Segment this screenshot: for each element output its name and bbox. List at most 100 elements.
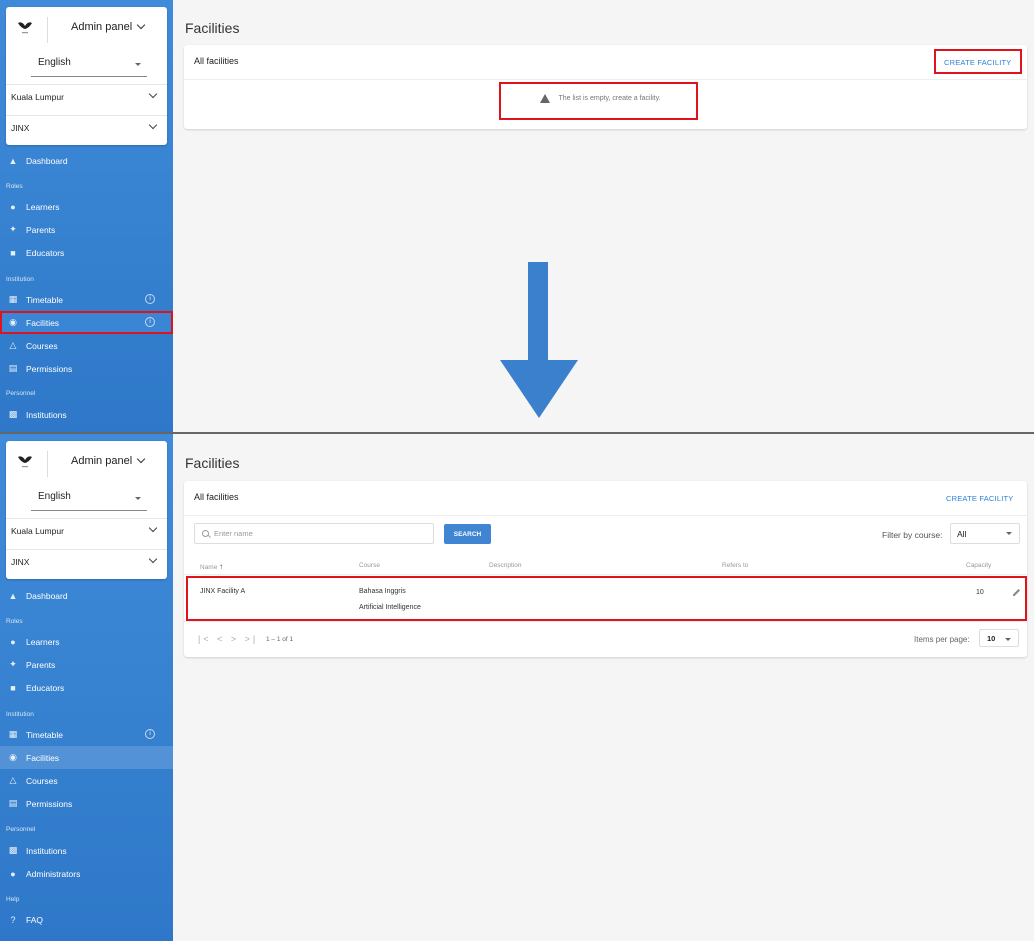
sidebar-item-label: Facilities bbox=[26, 752, 60, 763]
create-facility-button[interactable]: CREATE FACILITY bbox=[946, 494, 1013, 503]
chevron-down-icon bbox=[148, 120, 158, 130]
admin-panel-dropdown[interactable]: Admin panel bbox=[71, 20, 146, 33]
institution-select[interactable]: JINX bbox=[6, 549, 167, 572]
institution-value: JINX bbox=[11, 123, 30, 133]
home-icon: ▲ bbox=[8, 590, 18, 601]
search-button[interactable]: SEARCH bbox=[444, 524, 491, 544]
search-input[interactable]: Enter name bbox=[194, 523, 434, 544]
sidebar-item-label: Dashboard bbox=[26, 590, 68, 601]
sort-arrow-icon: ↑ bbox=[219, 562, 224, 571]
caret-down-icon bbox=[1006, 532, 1012, 535]
sidebar-item-educators[interactable]: ■ Educators bbox=[0, 676, 173, 699]
sidebar-item-timetable[interactable]: ▦ Timetable i bbox=[0, 288, 173, 311]
facilities-card: All facilities CREATE FACILITY The list … bbox=[184, 45, 1027, 129]
calendar-icon: ▦ bbox=[8, 294, 18, 304]
educator-icon: ■ bbox=[10, 682, 16, 693]
items-per-page-select[interactable]: 10 bbox=[979, 629, 1019, 647]
page-title: Facilities bbox=[185, 455, 240, 471]
flask-icon: △ bbox=[9, 775, 17, 785]
sidebar-header-card: Admin panel English Kuala Lumpur JINX bbox=[6, 7, 167, 145]
info-icon[interactable]: i bbox=[145, 317, 155, 327]
sidebar-item-facilities[interactable]: ◉ Facilities i bbox=[0, 311, 173, 334]
sidebar-item-label: Educators bbox=[26, 682, 65, 693]
section-institution: Institution bbox=[6, 711, 34, 718]
language-select[interactable]: English bbox=[31, 57, 147, 77]
sidebar-item-dashboard[interactable]: ▲ Dashboard bbox=[0, 149, 173, 172]
sidebar-item-label: Permissions bbox=[26, 798, 73, 809]
sidebar: Admin panel English Kuala Lumpur JINX ▲ … bbox=[0, 0, 173, 433]
column-header-name[interactable]: Name ↑ bbox=[200, 562, 223, 571]
sidebar-item-permissions[interactable]: ▤ Permissions bbox=[0, 792, 173, 815]
arrow-down-icon bbox=[500, 262, 578, 418]
column-header-course: Course bbox=[359, 562, 380, 569]
document-icon: ▤ bbox=[8, 363, 18, 373]
sidebar-item-institutions[interactable]: ▩ Institutions bbox=[0, 403, 173, 426]
sidebar-item-faq[interactable]: ? FAQ bbox=[0, 908, 173, 931]
sidebar-item-courses[interactable]: △ Courses bbox=[0, 769, 173, 792]
sidebar-item-institutions[interactable]: ▩ Institutions bbox=[0, 839, 173, 862]
sidebar-item-facilities[interactable]: ◉ Facilities bbox=[0, 746, 173, 769]
sidebar-item-parents[interactable]: ✦ Parents bbox=[0, 653, 173, 676]
sidebar-item-learners[interactable]: ● Learners bbox=[0, 630, 173, 653]
course-filter-select[interactable]: All bbox=[950, 523, 1020, 544]
institution-value: JINX bbox=[11, 557, 30, 567]
sidebar-item-timetable[interactable]: ▦ Timetable i bbox=[0, 723, 173, 746]
filter-label: Filter by course: bbox=[882, 530, 943, 540]
sidebar-item-label: Timetable bbox=[26, 294, 64, 305]
search-icon bbox=[202, 530, 209, 537]
sidebar-item-label: Permissions bbox=[26, 363, 73, 374]
flask-icon: △ bbox=[9, 340, 17, 350]
family-icon: ✦ bbox=[9, 659, 17, 669]
location-select[interactable]: Kuala Lumpur bbox=[6, 518, 167, 541]
info-icon[interactable]: i bbox=[145, 294, 155, 304]
section-roles: Roles bbox=[6, 183, 23, 190]
chevron-down-icon bbox=[148, 89, 158, 99]
admin-panel-dropdown[interactable]: Admin panel bbox=[71, 454, 146, 467]
sidebar-item-courses[interactable]: △ Courses bbox=[0, 334, 173, 357]
location-value: Kuala Lumpur bbox=[11, 92, 64, 102]
sidebar-item-learners[interactable]: ● Learners bbox=[0, 195, 173, 218]
help-circle-icon: ? bbox=[10, 914, 16, 925]
sidebar-item-label: Parents bbox=[26, 224, 56, 235]
highlight-box bbox=[934, 49, 1022, 74]
header-divider bbox=[47, 17, 48, 43]
sidebar-item-label: Administrators bbox=[26, 868, 81, 879]
sidebar-item-educators[interactable]: ■ Educators bbox=[0, 241, 173, 264]
divider bbox=[184, 621, 1027, 622]
sidebar-item-label: Learners bbox=[26, 636, 60, 647]
sidebar-item-label: Courses bbox=[26, 340, 58, 351]
admin-panel-label: Admin panel bbox=[71, 455, 133, 467]
language-select[interactable]: English bbox=[31, 491, 147, 511]
location-select[interactable]: Kuala Lumpur bbox=[6, 84, 167, 107]
location-pin-icon: ◉ bbox=[9, 317, 17, 327]
card-title: All facilities bbox=[194, 56, 239, 66]
sidebar-item-permissions[interactable]: ▤ Permissions bbox=[0, 357, 173, 380]
chevron-down-icon bbox=[136, 20, 146, 30]
sidebar-item-administrators[interactable]: ● Administrators bbox=[0, 862, 173, 885]
document-icon: ▤ bbox=[8, 798, 18, 808]
institution-select[interactable]: JINX bbox=[6, 115, 167, 138]
chevron-down-icon bbox=[136, 454, 146, 464]
column-header-description: Description bbox=[489, 562, 522, 569]
admin-panel-label: Admin panel bbox=[71, 21, 133, 33]
before-screenshot: Admin panel English Kuala Lumpur JINX ▲ … bbox=[0, 0, 1034, 433]
facilities-card: All facilities CREATE FACILITY Enter nam… bbox=[184, 481, 1027, 657]
page-title: Facilities bbox=[185, 20, 240, 36]
sidebar-item-label: FAQ bbox=[26, 914, 44, 925]
sidebar-item-parents[interactable]: ✦ Parents bbox=[0, 218, 173, 241]
card-title: All facilities bbox=[194, 492, 239, 502]
chevron-down-icon bbox=[148, 554, 158, 564]
pagination-range: 1 – 1 of 1 bbox=[266, 636, 294, 643]
sidebar-item-label: Educators bbox=[26, 247, 65, 258]
bird-logo-icon bbox=[16, 19, 34, 37]
pagination-controls[interactable]: |< < > >| bbox=[198, 634, 258, 644]
family-icon: ✦ bbox=[9, 224, 17, 234]
home-icon: ▲ bbox=[8, 155, 18, 166]
info-icon[interactable]: i bbox=[145, 729, 155, 739]
building-icon: ▩ bbox=[8, 845, 18, 855]
sidebar-item-label: Institutions bbox=[26, 845, 67, 856]
sidebar-item-dashboard[interactable]: ▲ Dashboard bbox=[0, 584, 173, 607]
educator-icon: ■ bbox=[10, 247, 16, 258]
sidebar-item-label: Courses bbox=[26, 775, 58, 786]
location-value: Kuala Lumpur bbox=[11, 526, 64, 536]
